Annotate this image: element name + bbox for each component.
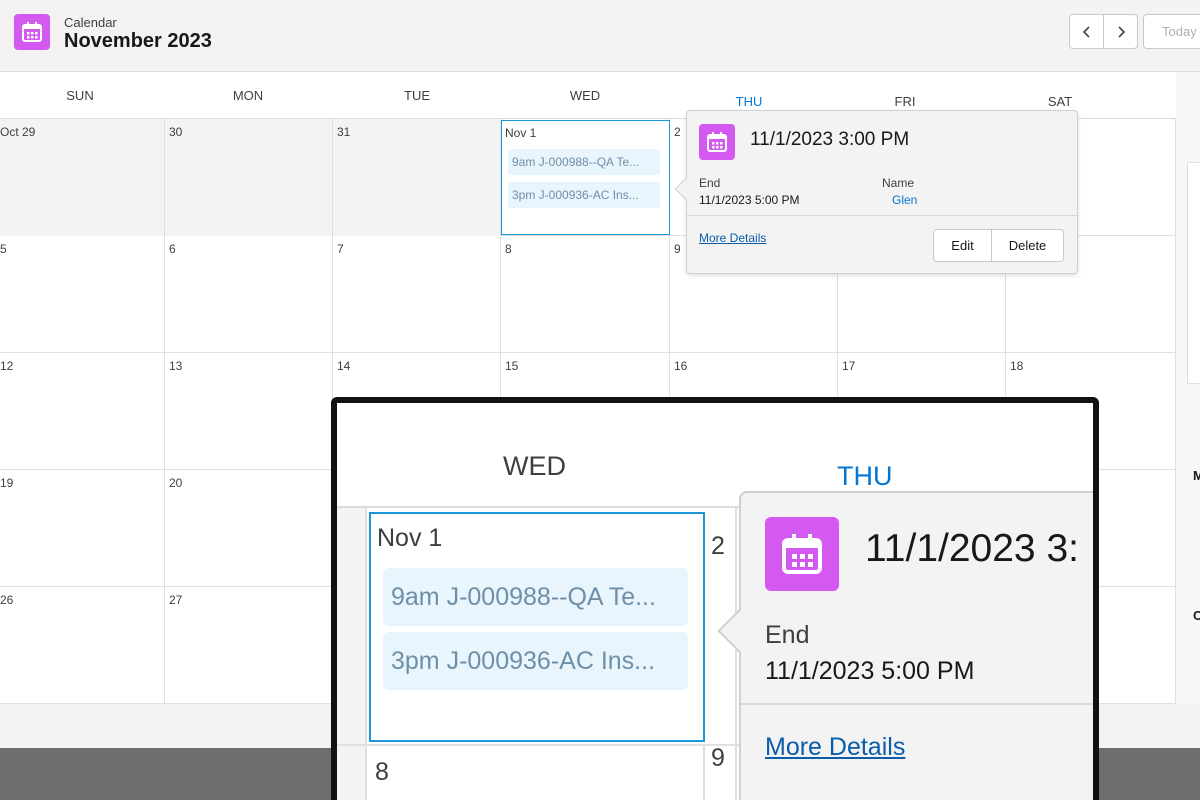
zoom-end-value: 11/1/2023 5:00 PM (765, 657, 975, 685)
calendar-event[interactable]: 9am J-000988--QA Te... (508, 149, 660, 175)
event-start-datetime: 11/1/2023 3:00 PM (750, 129, 910, 150)
zoom-day-cell: 2 9 (707, 508, 737, 800)
day-cell[interactable]: 26 (0, 587, 165, 704)
zoom-callout: WED THU Nov 1 9am J-000988--QA Te... 3pm… (331, 397, 1099, 800)
popover-divider (687, 215, 1079, 216)
day-cell[interactable]: 6 (165, 236, 333, 353)
edit-button[interactable]: Edit (933, 229, 992, 262)
day-number: 12 (0, 359, 14, 373)
weekday-wed: WED (569, 88, 601, 103)
day-cell[interactable]: Oct 29 (0, 119, 165, 236)
zoom-event-start-datetime: 11/1/2023 3: (865, 527, 1079, 570)
day-cell[interactable]: 20 (165, 470, 333, 587)
day-number: 15 (505, 359, 519, 373)
zoom-popover-divider (741, 703, 1093, 705)
day-cell[interactable]: 7 (333, 236, 501, 353)
selected-day-cell[interactable]: Nov 1 9am J-000988--QA Te... 3pm J-00093… (501, 120, 670, 235)
day-number: 14 (337, 359, 351, 373)
name-link[interactable]: Glen (892, 193, 917, 207)
day-number: 9 (674, 242, 681, 256)
side-panel-label: C (1193, 608, 1200, 623)
calendar-icon (765, 517, 839, 591)
more-details-link[interactable]: More Details (699, 231, 766, 245)
day-number: 20 (169, 476, 183, 490)
page-header: Calendar November 2023 Today (0, 0, 1200, 72)
day-cell[interactable]: 27 (165, 587, 333, 704)
zoom-weekday-thu: THU (837, 461, 893, 491)
day-cell[interactable]: 12 (0, 353, 165, 470)
zoom-event-popover: 11/1/2023 3: End 11/1/2023 5:00 PM More … (717, 491, 1093, 800)
name-label: Name (882, 176, 915, 190)
page-title: November 2023 (64, 30, 212, 52)
weekday-tue: TUE (404, 88, 430, 103)
delete-button[interactable]: Delete (992, 229, 1064, 262)
day-cell[interactable]: 13 (165, 353, 333, 470)
day-number: 6 (169, 242, 176, 256)
zoom-selected-day: Nov 1 9am J-000988--QA Te... 3pm J-00093… (369, 512, 705, 742)
zoom-calendar-event: 3pm J-000936-AC Ins... (383, 632, 688, 690)
zoom-more-details-link: More Details (765, 733, 906, 761)
day-number: 7 (337, 242, 344, 256)
chevron-right-icon (1117, 25, 1125, 38)
day-number: 5 (0, 242, 7, 256)
zoom-day-number: 8 (375, 758, 389, 786)
zoom-day-cell (337, 508, 367, 800)
side-panel-card (1187, 162, 1200, 384)
day-number: 18 (1010, 359, 1024, 373)
object-label: Calendar (64, 15, 117, 30)
day-number: 13 (169, 359, 183, 373)
weekday-sun: SUN (66, 88, 94, 103)
zoom-day-number: Nov 1 (377, 524, 443, 552)
calendar-icon (699, 124, 735, 160)
event-popover: 11/1/2023 3:00 PM End 11/1/2023 5:00 PM … (674, 110, 1079, 274)
zoom-day-number: 2 (711, 532, 725, 560)
zoom-content: WED THU Nov 1 9am J-000988--QA Te... 3pm… (337, 403, 1093, 800)
day-number: 27 (169, 593, 183, 607)
day-number: 8 (505, 242, 512, 256)
zoom-end-label: End (765, 621, 810, 649)
side-panel-label: M (1193, 468, 1200, 483)
previous-month-button[interactable] (1069, 14, 1104, 49)
day-cell[interactable]: 31 (333, 119, 501, 236)
weekday-fri: FRI (894, 94, 916, 109)
day-number: 31 (337, 125, 351, 139)
zoom-day-number: 9 (711, 744, 725, 772)
day-number: 17 (842, 359, 856, 373)
calendar-event[interactable]: 3pm J-000936-AC Ins... (508, 182, 660, 208)
day-number: 26 (0, 593, 14, 607)
zoom-calendar-event: 9am J-000988--QA Te... (383, 568, 688, 626)
weekday-mon: MON (232, 88, 264, 103)
day-cell[interactable]: 30 (165, 119, 333, 236)
end-value: 11/1/2023 5:00 PM (699, 193, 800, 207)
zoom-weekday-wed: WED (503, 451, 566, 481)
calendar-icon (14, 14, 50, 50)
day-number: 2 (674, 125, 681, 139)
day-number: Nov 1 (505, 126, 537, 140)
zoom-day-cell: 8 (369, 746, 705, 800)
chevron-left-icon (1082, 25, 1090, 38)
day-cell[interactable]: 5 (0, 236, 165, 353)
popover-actions: Edit Delete (933, 229, 1064, 262)
day-cell[interactable]: 19 (0, 470, 165, 587)
end-label: End (699, 176, 721, 190)
today-button[interactable]: Today (1143, 14, 1200, 49)
weekday-thu: THU (735, 94, 763, 109)
day-number: 16 (674, 359, 688, 373)
day-number: 19 (0, 476, 14, 490)
day-number: Oct 29 (0, 125, 36, 139)
weekday-sat: SAT (1047, 94, 1073, 109)
next-month-button[interactable] (1103, 14, 1138, 49)
day-cell[interactable]: 8 (501, 236, 670, 353)
day-number: 30 (169, 125, 183, 139)
